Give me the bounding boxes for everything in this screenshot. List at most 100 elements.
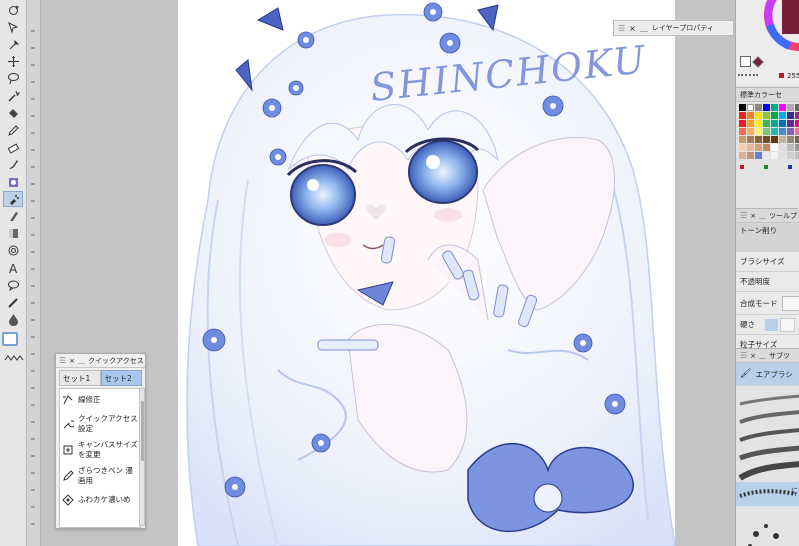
canvas-size-icon	[63, 445, 73, 455]
tool-decoration[interactable]	[3, 174, 23, 190]
tool-line-correction[interactable]	[3, 294, 23, 310]
tab-set2[interactable]: セット2	[100, 370, 142, 386]
opacity-row[interactable]: 不透明度	[736, 272, 799, 292]
tool-ink-drop[interactable]	[3, 312, 23, 328]
quick-access-scrollbar[interactable]	[139, 388, 145, 526]
close-icon[interactable]: ×	[69, 357, 75, 365]
strip-mark	[31, 98, 35, 100]
color-wheel[interactable]	[760, 0, 799, 60]
tool-property-header[interactable]: ☰ × ＿ ツールプ	[736, 208, 799, 223]
strip-mark	[31, 319, 35, 321]
list-item[interactable]: ざらつきペン 漫画用	[60, 463, 140, 489]
tool-airbrush[interactable]	[3, 191, 23, 208]
layer-property-panel[interactable]: ☰ × ＿ レイヤープロパティ	[613, 20, 734, 36]
move-icon	[7, 56, 19, 68]
brush-icon	[8, 160, 18, 170]
strip-mark	[31, 336, 35, 338]
blend-mode-row[interactable]: 合成モード	[736, 292, 799, 315]
tool-brush[interactable]	[3, 157, 23, 173]
grip-icon[interactable]: ☰	[59, 356, 66, 365]
tool-move[interactable]	[3, 54, 23, 70]
palette-red-dot	[740, 165, 744, 169]
tool-pen[interactable]	[3, 122, 23, 138]
tool-fill[interactable]	[3, 105, 23, 121]
color-mode-icon[interactable]	[4, 354, 24, 362]
airbrush-icon	[9, 194, 19, 205]
object-select-icon	[7, 21, 18, 34]
close-icon[interactable]: ×	[629, 24, 636, 33]
brush-size-row[interactable]: ブラシサイズ	[736, 252, 799, 272]
rotate-icon	[8, 5, 19, 15]
strip-mark	[31, 132, 35, 134]
strip-mark	[31, 387, 35, 389]
ink-drop-icon	[8, 314, 18, 327]
strip-mark	[31, 115, 35, 117]
strip-mark	[31, 455, 35, 457]
minimize-icon[interactable]: ＿	[759, 211, 766, 221]
quick-access-header[interactable]: ☰ × ＿ クイックアクセス	[56, 354, 145, 368]
quick-access-title: クイックアクセス	[88, 356, 144, 365]
minimize-icon[interactable]: ＿	[759, 351, 766, 361]
balloon-icon	[7, 280, 19, 291]
grip-icon[interactable]: ☰	[618, 24, 625, 33]
list-item[interactable]: ふわカケ濃いめ	[60, 489, 140, 511]
tool-object-select[interactable]	[3, 19, 23, 35]
strip-mark	[31, 302, 35, 304]
pen-icon	[7, 125, 19, 136]
tab-set1[interactable]: セット1	[59, 370, 101, 386]
lasso-icon	[7, 73, 19, 85]
blend-mode-select[interactable]	[781, 295, 799, 311]
eyedropper-icon	[9, 39, 19, 50]
strip-mark	[31, 421, 35, 423]
hardness-selector[interactable]	[765, 318, 778, 331]
sub-tool-selected[interactable]: 🖌 エアブラシ	[736, 363, 799, 386]
tool-gradient[interactable]	[3, 226, 23, 242]
main-color-swatch[interactable]	[2, 332, 18, 346]
sub-color-swatch[interactable]	[740, 56, 751, 67]
strip-mark	[31, 234, 35, 236]
tool-figure[interactable]	[3, 243, 23, 259]
tool-text[interactable]: A	[3, 260, 23, 276]
tool-eraser[interactable]	[3, 140, 23, 156]
blend-icon	[9, 211, 18, 221]
tool-palette: A	[0, 0, 27, 546]
strip-mark	[31, 506, 35, 508]
list-item[interactable]: 線修正	[60, 389, 140, 411]
strip-mark	[31, 489, 35, 491]
list-item[interactable]: クイックアクセス設定	[60, 411, 140, 437]
transparent-color-icon[interactable]	[738, 74, 758, 80]
tool-lasso[interactable]	[3, 71, 23, 87]
grip-icon[interactable]: ☰	[740, 211, 747, 220]
list-item[interactable]: キャンバスサイズを変更	[60, 437, 140, 463]
strip-mark	[31, 523, 35, 525]
tool-magic-wand[interactable]	[3, 88, 23, 104]
strip-mark	[31, 81, 35, 83]
sub-tool-header[interactable]: ☰ × ＿ サブツ	[736, 348, 799, 363]
strip-mark	[31, 404, 35, 406]
wrench-icon	[63, 420, 74, 429]
subtool-name: トーン削り	[736, 223, 799, 252]
strip-mark	[31, 353, 35, 355]
strip-mark	[31, 149, 35, 151]
strip-mark	[31, 217, 35, 219]
close-icon[interactable]: ×	[750, 352, 756, 360]
grip-icon[interactable]: ☰	[740, 351, 747, 360]
tool-balloon[interactable]	[3, 277, 23, 293]
minimize-icon[interactable]: ＿	[78, 356, 85, 366]
tool-rotate[interactable]	[3, 2, 23, 18]
hardness-selector-2[interactable]	[780, 317, 795, 332]
tool-blend[interactable]	[3, 208, 23, 224]
hardness-row[interactable]: 硬さ	[736, 315, 799, 335]
close-icon[interactable]: ×	[750, 212, 756, 220]
standard-color-grid[interactable]	[736, 102, 799, 161]
fill-icon	[8, 108, 18, 118]
brush-stroke-list[interactable]	[736, 386, 799, 546]
strip-mark	[31, 268, 35, 270]
list-item-label: 線修正	[78, 395, 101, 404]
tool-eyedropper[interactable]	[3, 36, 23, 52]
list-item-label: ざらつきペン 漫画用	[78, 466, 133, 485]
minimize-icon[interactable]: ＿	[640, 23, 648, 34]
quick-access-list: 線修正 クイックアクセス設定 キャンバスサイズを変更 ざらつきペン 漫画用 ふわ…	[59, 388, 141, 528]
scrollbar-thumb[interactable]	[141, 401, 144, 461]
drawing-canvas[interactable]: SHINCHOKU	[178, 0, 675, 546]
